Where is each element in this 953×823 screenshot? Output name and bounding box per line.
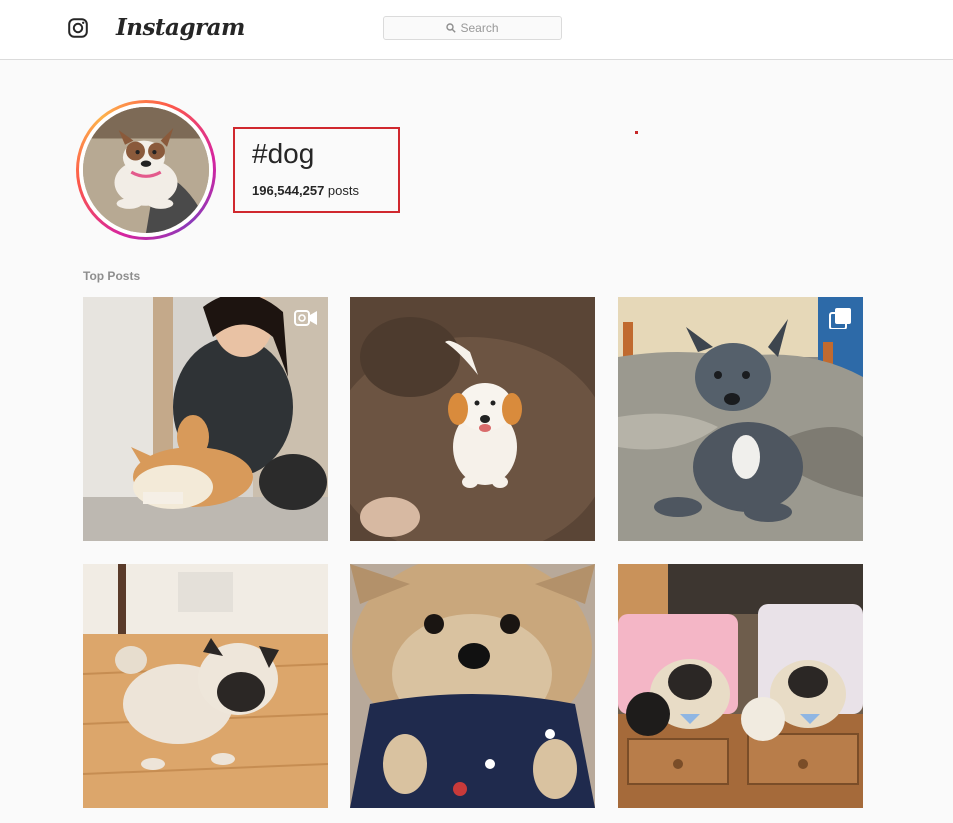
post-count-label: posts xyxy=(327,183,359,198)
top-navigation-bar: Instagram Search xyxy=(0,0,953,60)
bulldog-photo xyxy=(83,107,209,233)
hashtag-avatar xyxy=(76,100,216,240)
post-tile-5[interactable] xyxy=(350,564,595,808)
instagram-wordmark-logo[interactable]: Instagram xyxy=(116,14,245,41)
post-tile-2[interactable] xyxy=(350,297,595,541)
post-tile-1[interactable] xyxy=(83,297,328,541)
search-input[interactable]: Search xyxy=(383,16,562,40)
yorkie-photo xyxy=(350,564,595,808)
instagram-camera-icon[interactable] xyxy=(68,18,88,38)
golden-puppy-photo xyxy=(350,297,595,541)
post-tile-6[interactable] xyxy=(618,564,863,808)
search-icon xyxy=(446,23,457,33)
annotation-dot xyxy=(635,131,638,134)
carousel-icon xyxy=(829,308,851,329)
top-posts-heading: Top Posts xyxy=(83,269,141,283)
corgi-woman-photo xyxy=(83,297,328,541)
hashtag-title: #dog xyxy=(252,138,315,169)
pugs-unicorn-pillows-photo xyxy=(618,564,863,808)
post-tile-3[interactable] xyxy=(618,297,863,541)
search-placeholder: Search xyxy=(460,21,499,35)
grey-pitbull-photo xyxy=(618,297,863,541)
post-count-number: 196,544,257 xyxy=(252,183,325,198)
pug-puppy-photo xyxy=(83,564,328,808)
video-icon xyxy=(294,310,317,326)
post-count: 196,544,257 posts xyxy=(252,183,359,198)
post-tile-4[interactable] xyxy=(83,564,328,808)
